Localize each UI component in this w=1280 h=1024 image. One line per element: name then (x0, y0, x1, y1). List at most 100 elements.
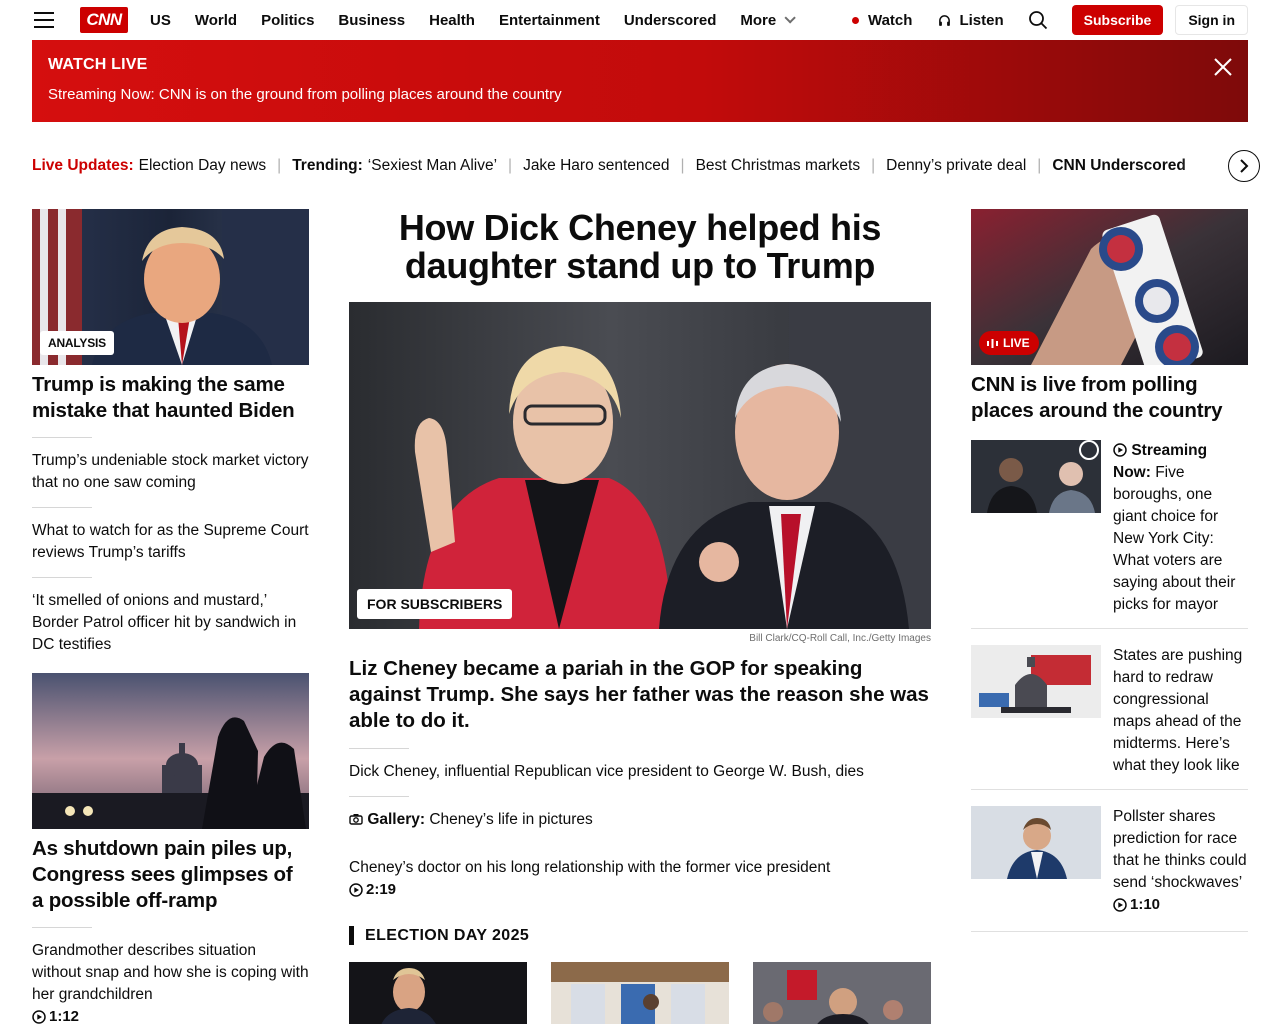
right-story-item[interactable]: States are pushing hard to redraw congre… (971, 629, 1248, 777)
play-icon (32, 1010, 46, 1024)
main-headline[interactable]: How Dick Cheney helped his daughter stan… (349, 209, 931, 285)
story-link[interactable]: Trump’s undeniable stock market victory … (32, 450, 309, 494)
menu-icon[interactable] (34, 12, 54, 28)
camera-icon (349, 814, 363, 825)
story-link[interactable]: What to watch for as the Supreme Court r… (32, 520, 309, 564)
shutdown-story-image[interactable] (32, 673, 309, 829)
watch-live-banner[interactable]: WATCH LIVE Streaming Now: CNN is on the … (32, 40, 1248, 122)
ticker-fade (1180, 152, 1226, 180)
nav-more[interactable]: More (740, 11, 796, 29)
video-duration: 1:10 (1113, 894, 1160, 916)
divider (971, 931, 1248, 932)
ticker-next-button[interactable] (1228, 150, 1260, 182)
main-story-image[interactable]: FOR SUBSCRIBERS (349, 302, 931, 629)
live-story-image[interactable]: LIVE (971, 209, 1248, 365)
divider (32, 927, 92, 928)
center-column: How Dick Cheney helped his daughter stan… (349, 209, 931, 1024)
sign-in-button[interactable]: Sign in (1175, 5, 1248, 35)
watch-link[interactable]: Watch (851, 11, 913, 29)
play-icon (1113, 443, 1127, 457)
duration-text: 1:12 (49, 1008, 80, 1024)
left-column: ANALYSIS Trump is making the same mistak… (32, 209, 309, 1024)
pollster-text: Pollster shares prediction for race that… (1113, 808, 1247, 891)
story-link[interactable]: ‘It smelled of onions and mustard,’ Bord… (32, 590, 309, 656)
live-tag-text: LIVE (1003, 336, 1030, 350)
ticker-item-jake-haro[interactable]: Jake Haro sentenced (523, 157, 669, 175)
gallery-label: Gallery: (367, 811, 426, 828)
nav-politics[interactable]: Politics (261, 12, 314, 29)
video-duration: 1:12 (32, 1006, 79, 1024)
section-bar (349, 926, 354, 945)
section-title: ELECTION DAY 2025 (365, 926, 530, 944)
divider (349, 796, 409, 797)
video-story-text: Grandmother describes situation without … (32, 942, 309, 1003)
ticker-item-dennys[interactable]: Denny’s private deal (886, 157, 1026, 175)
cheney-photo (349, 302, 931, 629)
story-link[interactable]: Dick Cheney, influential Republican vice… (349, 761, 931, 783)
ticker-item-live-updates[interactable]: Live Updates: Election Day news (32, 157, 266, 175)
nav-underscored[interactable]: Underscored (624, 12, 717, 29)
streaming-text: Five boroughs, one giant choice for New … (1113, 464, 1236, 613)
election-section-header: ELECTION DAY 2025 (349, 926, 931, 945)
ticker-separator: | (1037, 157, 1042, 174)
main-nav: US World Politics Business Health Entert… (150, 12, 816, 29)
nav-more-label: More (740, 11, 777, 29)
analysis-tag: ANALYSIS (40, 331, 114, 355)
capitol-dusk-photo (32, 673, 309, 829)
live-headline[interactable]: CNN is live from polling places around t… (971, 372, 1248, 424)
video-story-link[interactable]: Cheney’s doctor on his long relationship… (349, 857, 931, 904)
right-story-text: Pollster shares prediction for race that… (1113, 806, 1248, 919)
close-icon[interactable] (1212, 56, 1234, 78)
trending-ticker: Live Updates: Election Day news | Trendi… (32, 156, 1218, 176)
ticker-item-underscored[interactable]: CNN Underscored (1052, 157, 1186, 175)
gallery-link[interactable]: Gallery: Cheney’s life in pictures (349, 809, 931, 831)
election-thumbnail[interactable] (551, 962, 729, 1024)
nav-health[interactable]: Health (429, 12, 475, 29)
nav-world[interactable]: World (195, 12, 237, 29)
election-thumbnail[interactable] (349, 962, 527, 1024)
right-story-item[interactable]: Streaming Now: Five boroughs, one giant … (971, 424, 1248, 616)
ticker-separator: | (871, 157, 876, 174)
right-story-item[interactable]: Pollster shares prediction for race that… (971, 790, 1248, 919)
banner-title: WATCH LIVE (48, 56, 148, 73)
right-column: LIVE CNN is live from polling places aro… (971, 209, 1248, 932)
video-story-text: Cheney’s doctor on his long relationship… (349, 859, 831, 876)
lead-story-image[interactable]: ANALYSIS (32, 209, 309, 365)
lead-headline[interactable]: Trump is making the same mistake that ha… (32, 372, 309, 424)
election-thumbnail[interactable] (753, 962, 931, 1024)
video-duration: 2:19 (349, 879, 396, 901)
live-tag: LIVE (979, 331, 1039, 355)
video-story-link[interactable]: Grandmother describes situation without … (32, 940, 309, 1024)
subscribe-button[interactable]: Subscribe (1071, 5, 1164, 35)
story-thumbnail (971, 806, 1101, 879)
nav-business[interactable]: Business (338, 12, 405, 29)
election-thumbnails (349, 962, 931, 1024)
nav-entertainment[interactable]: Entertainment (499, 12, 600, 29)
duration-text: 2:19 (366, 881, 397, 898)
ticker-trending-label: Trending: (292, 157, 363, 174)
divider (349, 748, 409, 749)
ticker-separator: | (277, 157, 282, 174)
divider (32, 507, 92, 508)
ticker-item-trending[interactable]: Trending: ‘Sexiest Man Alive’ (292, 157, 497, 175)
play-icon (1113, 898, 1127, 912)
ticker-item-christmas-markets[interactable]: Best Christmas markets (696, 157, 861, 175)
divider (32, 577, 92, 578)
cnn-logo[interactable]: CNN (80, 7, 128, 33)
main-subhead[interactable]: Liz Cheney became a pariah in the GOP fo… (349, 656, 931, 734)
nav-us[interactable]: US (150, 12, 171, 29)
ticker-text: ‘Sexiest Man Alive’ (367, 157, 498, 174)
divider (32, 437, 92, 438)
listen-link[interactable]: Listen (938, 12, 1004, 29)
live-bars-icon (987, 338, 998, 348)
right-story-text: States are pushing hard to redraw congre… (1113, 647, 1243, 774)
duration-text: 1:10 (1130, 896, 1161, 913)
shutdown-headline[interactable]: As shutdown pain piles up, Congress sees… (32, 836, 309, 914)
search-icon[interactable] (1028, 10, 1048, 30)
for-subscribers-tag: FOR SUBSCRIBERS (357, 589, 513, 619)
ticker-text: Election Day news (138, 157, 267, 174)
watch-label: Watch (867, 11, 913, 29)
live-dot-icon (851, 16, 859, 24)
banner-text: Streaming Now: CNN is on the ground from… (48, 86, 562, 103)
